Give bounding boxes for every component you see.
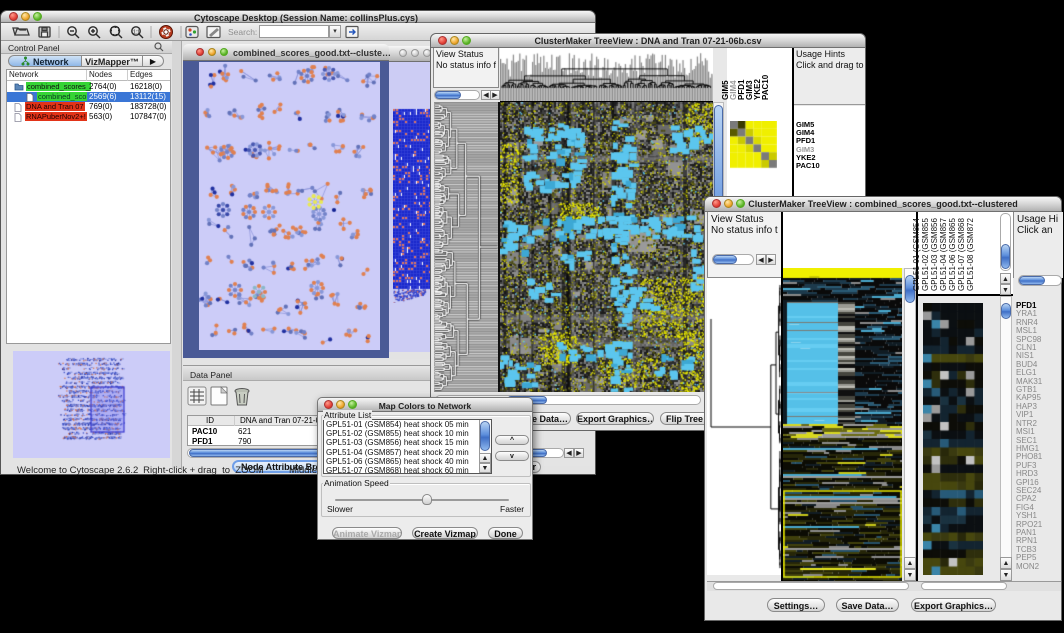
svg-text:1:1: 1:1	[133, 30, 140, 36]
